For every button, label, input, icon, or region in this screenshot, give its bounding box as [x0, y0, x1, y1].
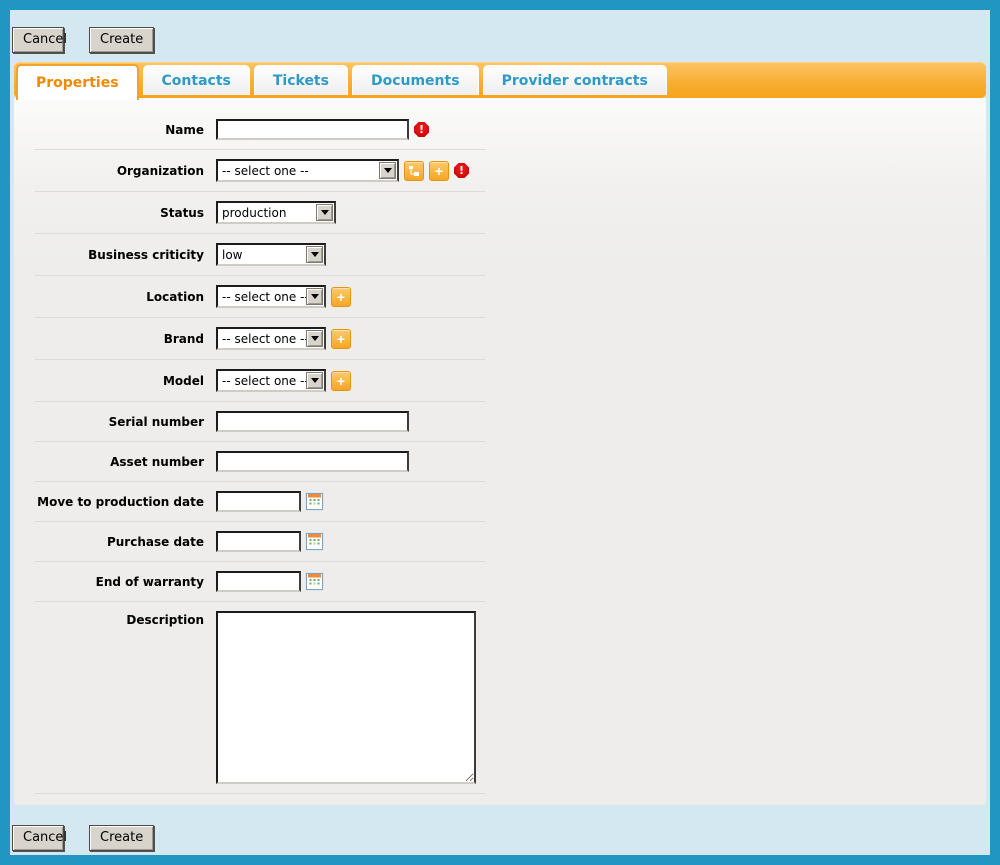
location-select[interactable]: -- select one -- [216, 285, 326, 308]
model-label: Model [162, 373, 204, 388]
selected-value: -- select one -- [222, 331, 306, 346]
plus-icon: + [434, 162, 444, 179]
business-criticity-label: Business criticity [88, 247, 204, 262]
selected-value: -- select one -- [222, 373, 306, 388]
tab-tickets[interactable]: Tickets [253, 65, 348, 95]
move-to-production-date-input[interactable] [216, 491, 301, 512]
selected-value: low [222, 247, 243, 262]
form-row-description: Description [35, 602, 485, 794]
brand-select[interactable]: -- select one -- [216, 327, 326, 350]
add-location-button[interactable]: + [331, 286, 351, 307]
selected-value: production [222, 205, 287, 220]
form-row-end-of-warranty: End of warranty [35, 562, 485, 602]
plus-icon: + [336, 372, 346, 389]
dropdown-arrow-icon[interactable] [316, 204, 333, 221]
cancel-button[interactable]: Cancel [12, 825, 67, 851]
selected-value: -- select one -- [222, 163, 309, 178]
tab-documents[interactable]: Documents [351, 65, 479, 95]
status-select[interactable]: production [216, 201, 336, 224]
serial-number-input[interactable] [216, 411, 409, 432]
purchase-date-input[interactable] [216, 531, 301, 552]
calendar-icon [308, 494, 321, 507]
selected-value: -- select one -- [222, 289, 306, 304]
asset-number-label: Asset number [110, 454, 204, 469]
calendar-icon [308, 534, 321, 547]
create-button[interactable]: Create [89, 825, 155, 851]
serial-number-label: Serial number [108, 414, 204, 429]
dropdown-arrow-icon[interactable] [306, 288, 323, 305]
organization-select[interactable]: -- select one -- [216, 159, 399, 182]
add-model-button[interactable]: + [331, 370, 351, 391]
calendar-picker-button[interactable] [306, 573, 323, 590]
add-brand-button[interactable]: + [331, 328, 351, 349]
form-row-organization: Organization -- select one -- + ! [35, 150, 485, 192]
plus-icon: + [336, 288, 346, 305]
tab-provider-contracts[interactable]: Provider contracts [482, 65, 667, 95]
form-row-serial-number: Serial number [35, 402, 485, 442]
form-row-brand: Brand -- select one -- + [35, 318, 485, 360]
move-to-production-date-label: Move to production date [37, 494, 204, 509]
create-button[interactable]: Create [89, 27, 155, 53]
cancel-button[interactable]: Cancel [12, 27, 67, 53]
form-row-name: Name ! [35, 110, 485, 150]
name-input[interactable] [216, 119, 409, 140]
calendar-picker-button[interactable] [306, 533, 323, 550]
dropdown-arrow-icon[interactable] [379, 162, 396, 179]
form-row-business-criticity: Business criticity low [35, 234, 485, 276]
plus-icon: + [336, 330, 346, 347]
model-select[interactable]: -- select one -- [216, 369, 326, 392]
asset-number-input[interactable] [216, 451, 409, 472]
organization-label: Organization [116, 163, 204, 178]
hierarchy-browse-button[interactable] [404, 160, 424, 181]
dropdown-arrow-icon[interactable] [306, 330, 323, 347]
brand-label: Brand [163, 331, 204, 346]
description-textarea[interactable] [216, 611, 476, 784]
form-row-asset-number: Asset number [35, 442, 485, 482]
end-of-warranty-label: End of warranty [95, 574, 204, 589]
properties-form: Name ! Organization -- select one -- + !… [14, 98, 986, 805]
calendar-picker-button[interactable] [306, 493, 323, 510]
dropdown-arrow-icon[interactable] [306, 372, 323, 389]
form-row-purchase-date: Purchase date [35, 522, 485, 562]
form-row-model: Model -- select one -- + [35, 360, 485, 402]
app-window: Cancel Create Properties Contacts Ticket… [0, 0, 1000, 865]
purchase-date-label: Purchase date [106, 534, 204, 549]
hierarchy-icon [409, 165, 419, 176]
name-label: Name [165, 122, 204, 137]
status-label: Status [160, 205, 204, 220]
description-label: Description [126, 613, 204, 627]
form-row-move-to-production-date: Move to production date [35, 482, 485, 522]
tab-bar: Properties Contacts Tickets Documents Pr… [14, 62, 986, 100]
end-of-warranty-input[interactable] [216, 571, 301, 592]
mandatory-icon: ! [454, 163, 469, 178]
dropdown-arrow-icon[interactable] [306, 246, 323, 263]
tab-properties[interactable]: Properties [16, 64, 139, 100]
add-organization-button[interactable]: + [429, 160, 449, 181]
tab-contacts[interactable]: Contacts [142, 65, 250, 95]
form-row-location: Location -- select one -- + [35, 276, 485, 318]
calendar-icon [308, 574, 321, 587]
mandatory-icon: ! [414, 122, 429, 137]
business-criticity-select[interactable]: low [216, 243, 326, 266]
form-row-status: Status production [35, 192, 485, 234]
location-label: Location [146, 289, 204, 304]
